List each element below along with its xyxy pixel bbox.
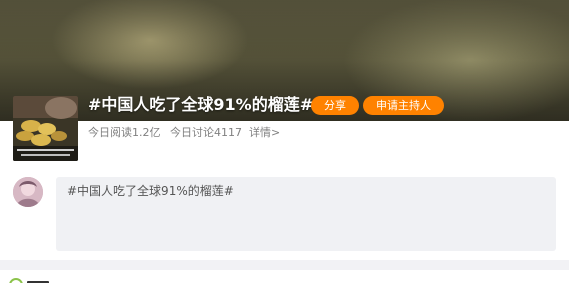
section-divider: [0, 260, 569, 270]
topic-title: #中国人吃了全球91%的榴莲#: [88, 95, 314, 114]
durian-thumbnail-graphic: [13, 96, 78, 161]
user-avatar[interactable]: [13, 177, 43, 207]
circle-icon: [9, 278, 23, 283]
share-button[interactable]: 分享: [311, 96, 359, 115]
avatar-graphic: [13, 177, 43, 207]
apply-host-button[interactable]: 申请主持人: [363, 96, 444, 115]
topic-page: #中国人吃了全球91%的榴莲# 分享 申请主持人 今日阅读1.2亿 今日讨论41…: [0, 0, 569, 283]
topic-thumbnail-image: [13, 96, 78, 161]
discussion-count: 今日讨论4117: [170, 126, 242, 139]
post-composer-input[interactable]: #中国人吃了全球91%的榴莲#: [56, 177, 556, 251]
read-count: 今日阅读1.2亿: [88, 126, 161, 139]
details-link[interactable]: 详情>: [249, 126, 280, 140]
